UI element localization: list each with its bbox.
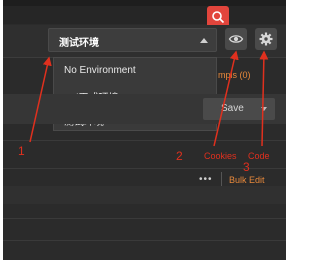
save-button[interactable]: Save [203,98,275,120]
examples-link[interactable]: mpls (0) [218,70,251,80]
annotation-code: Code [248,151,270,161]
more-options-button[interactable]: ••• [199,174,213,185]
search-icon [212,11,225,24]
app-window: 测试环境 mpls (0) No Environment prd正式环境 测试环… [3,0,286,260]
environment-option-none[interactable]: No Environment [64,65,136,76]
annotation-cookies: Cookies [204,151,237,161]
environment-select[interactable]: 测试环境 [48,28,217,52]
bulk-edit-link[interactable]: Bulk Edit [229,175,265,185]
eye-icon [228,35,244,43]
gear-icon [259,32,273,46]
caret-down-icon[interactable] [261,107,267,111]
top-strip [3,0,286,6]
annotation-number-1: 1 [18,144,25,158]
params-row [3,186,286,204]
save-button-label: Save [221,103,244,114]
divider [3,218,286,219]
environment-select-label: 测试环境 [59,38,99,49]
annotation-number-2: 2 [176,149,183,163]
annotation-number-3: 3 [243,160,250,174]
manage-environments-button[interactable] [255,28,277,50]
divider [3,240,286,241]
environment-quick-look-button[interactable] [225,28,247,50]
divider [3,140,286,141]
separator [221,172,222,186]
caret-up-icon [200,38,208,43]
